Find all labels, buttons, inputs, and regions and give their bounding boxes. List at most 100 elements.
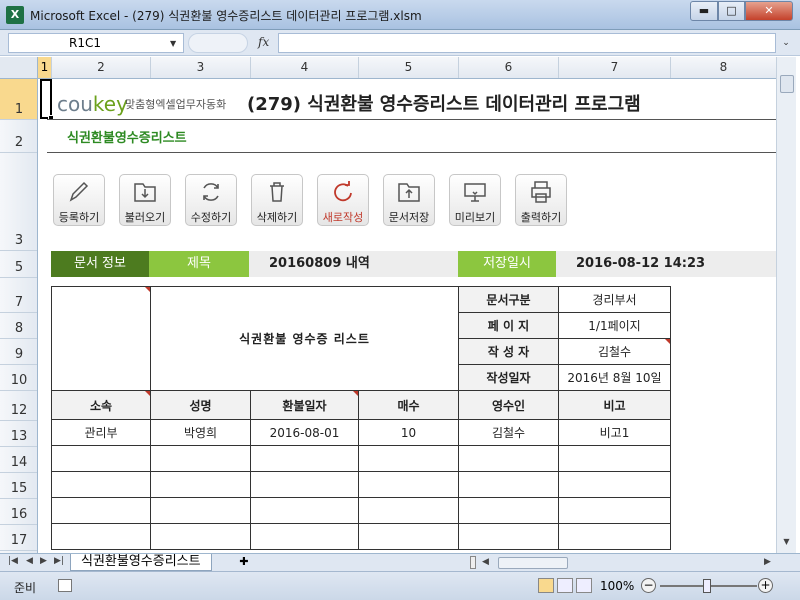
row-header[interactable]: 10 <box>0 365 37 391</box>
chevron-down-icon[interactable]: ▼ <box>170 39 176 48</box>
maximize-button[interactable]: □ <box>718 1 745 21</box>
scroll-down-icon[interactable]: ▼ <box>779 537 794 551</box>
table-cell[interactable] <box>358 471 459 498</box>
sheet-tab[interactable]: 식권환불영수증리스트 <box>70 554 212 571</box>
table-cell[interactable] <box>150 445 251 472</box>
table-cell[interactable] <box>458 471 559 498</box>
active-cell[interactable] <box>40 79 52 119</box>
save-document-button[interactable]: 문서저장 <box>383 174 435 226</box>
table-cell[interactable]: 2016-08-01 <box>250 419 359 446</box>
column-header[interactable]: 2 <box>52 57 151 78</box>
row-header[interactable]: 9 <box>0 339 37 365</box>
table-cell[interactable] <box>150 523 251 550</box>
table-cell[interactable] <box>458 497 559 524</box>
scroll-right-icon[interactable]: ▶ <box>764 557 771 567</box>
minimize-button[interactable]: ▬ <box>690 1 718 21</box>
table-cell[interactable] <box>358 497 459 524</box>
table-cell[interactable]: 10 <box>358 419 459 446</box>
normal-view-icon[interactable] <box>538 578 554 593</box>
table-cell[interactable] <box>558 523 671 550</box>
table-cell[interactable] <box>250 497 359 524</box>
row-header[interactable]: 12 <box>0 391 37 421</box>
table-cell[interactable] <box>458 445 559 472</box>
print-button[interactable]: 출력하기 <box>515 174 567 226</box>
title-value[interactable]: 20160809 내역 <box>269 251 370 277</box>
saved-at-value[interactable]: 2016-08-12 14:23 <box>576 251 705 277</box>
macro-record-icon[interactable] <box>58 579 72 592</box>
page-layout-view-icon[interactable] <box>557 578 573 593</box>
table-cell[interactable] <box>458 523 559 550</box>
row-header[interactable]: 8 <box>0 313 37 339</box>
table-cell[interactable]: 관리부 <box>51 419 151 446</box>
zoom-slider-thumb[interactable] <box>703 579 711 593</box>
column-header[interactable]: 3 <box>151 57 251 78</box>
row-header[interactable]: 3 <box>0 153 37 251</box>
row-header[interactable]: 14 <box>0 447 37 473</box>
table-cell[interactable]: 박영희 <box>150 419 251 446</box>
first-sheet-icon[interactable]: |◀ <box>8 556 18 566</box>
excel-app-icon[interactable]: X <box>6 6 24 24</box>
table-cell[interactable] <box>558 497 671 524</box>
table-cell[interactable] <box>250 523 359 550</box>
prev-sheet-icon[interactable]: ◀ <box>26 556 33 566</box>
table-cell[interactable] <box>150 497 251 524</box>
row-header[interactable]: 1 <box>0 79 37 120</box>
next-sheet-icon[interactable]: ▶ <box>40 556 47 566</box>
table-cell[interactable]: 비고1 <box>558 419 671 446</box>
table-cell[interactable] <box>250 471 359 498</box>
column-header[interactable]: 8 <box>671 57 776 78</box>
vertical-scrollbar[interactable]: ▼ <box>776 57 796 553</box>
expand-formula-icon[interactable]: ⌄ <box>778 33 794 53</box>
register-button[interactable]: 등록하기 <box>53 174 105 226</box>
scroll-thumb[interactable] <box>498 557 568 569</box>
row-header[interactable]: 15 <box>0 473 37 499</box>
preview-button[interactable]: 미리보기 <box>449 174 501 226</box>
table-cell[interactable] <box>51 523 151 550</box>
select-all-corner[interactable] <box>0 57 38 78</box>
table-cell[interactable] <box>558 445 671 472</box>
row-header[interactable]: 7 <box>0 278 37 313</box>
horizontal-scrollbar[interactable]: ◀ ▶ <box>478 555 776 571</box>
scroll-thumb[interactable] <box>780 75 794 93</box>
zoom-in-button[interactable]: + <box>758 578 773 593</box>
table-cell[interactable] <box>51 497 151 524</box>
meta-value[interactable]: 경리부서 <box>558 286 671 313</box>
worksheet[interactable]: coukey 맞춤형엑셀업무자동화 (279) 식권환불 영수증리스트 데이터관… <box>39 79 776 553</box>
zoom-level[interactable]: 100% <box>600 579 634 593</box>
column-header[interactable]: 6 <box>459 57 559 78</box>
last-sheet-icon[interactable]: ▶| <box>54 556 64 566</box>
meta-value[interactable]: 1/1페이지 <box>558 312 671 339</box>
tab-split-handle[interactable] <box>470 556 476 569</box>
formula-input[interactable] <box>278 33 776 53</box>
table-cell[interactable] <box>51 445 151 472</box>
table-cell[interactable] <box>358 445 459 472</box>
fill-handle[interactable] <box>48 115 54 121</box>
table-cell[interactable]: 김철수 <box>458 419 559 446</box>
row-header[interactable]: 2 <box>0 120 37 153</box>
column-header[interactable]: 1 <box>38 57 52 78</box>
close-button[interactable]: ✕ <box>745 1 793 21</box>
table-cell[interactable] <box>250 445 359 472</box>
column-header[interactable]: 5 <box>359 57 459 78</box>
insert-sheet-icon[interactable]: ✚ <box>235 555 253 570</box>
row-header[interactable]: 17 <box>0 525 37 551</box>
load-button[interactable]: 불러오기 <box>119 174 171 226</box>
column-header[interactable]: 7 <box>559 57 671 78</box>
table-cell[interactable] <box>51 471 151 498</box>
new-button[interactable]: 새로작성 <box>317 174 369 226</box>
scroll-left-icon[interactable]: ◀ <box>482 557 489 567</box>
empty-cell[interactable] <box>51 286 151 391</box>
zoom-out-button[interactable]: − <box>641 578 656 593</box>
row-header[interactable]: 13 <box>0 421 37 447</box>
name-box[interactable]: R1C1 <box>8 33 184 53</box>
column-header[interactable]: 4 <box>251 57 359 78</box>
table-cell[interactable] <box>150 471 251 498</box>
edit-button[interactable]: 수정하기 <box>185 174 237 226</box>
meta-value[interactable]: 2016년 8월 10일 <box>558 364 671 391</box>
meta-value[interactable]: 김철수 <box>558 338 671 365</box>
table-cell[interactable] <box>558 471 671 498</box>
delete-button[interactable]: 삭제하기 <box>251 174 303 226</box>
page-break-view-icon[interactable] <box>576 578 592 593</box>
table-cell[interactable] <box>358 523 459 550</box>
insert-function-icon[interactable]: fx <box>258 35 269 49</box>
